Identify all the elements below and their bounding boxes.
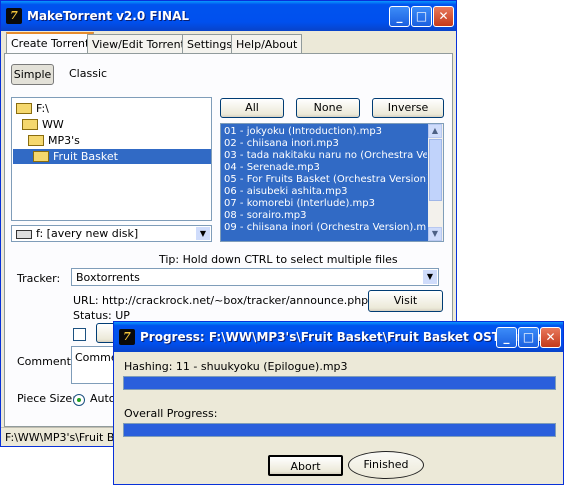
maximize-icon[interactable]: □ xyxy=(518,327,539,348)
app-icon: 7 xyxy=(119,329,135,345)
option-checkbox[interactable] xyxy=(73,328,86,341)
file-list[interactable]: 01 - jokyoku (Introduction).mp3 02 - chi… xyxy=(220,123,444,242)
tracker-label: Tracker: xyxy=(17,272,61,285)
overall-progress-label: Overall Progress: xyxy=(124,407,218,420)
tracker-select-value: Boxtorrents xyxy=(76,271,140,284)
piece-size-auto-label: Auto xyxy=(90,392,116,405)
drive-select-value: f: [avery new disk] xyxy=(36,227,139,240)
progress-dialog-title: Progress: F:\WW\MP3's\Fruit Basket\Fruit… xyxy=(140,330,551,344)
tree-item-ww[interactable]: WW xyxy=(22,117,64,132)
hashing-progress-track xyxy=(123,376,556,390)
hashing-progress-fill xyxy=(124,377,555,389)
abort-button[interactable]: Abort xyxy=(268,455,343,476)
list-item[interactable]: 06 - aisubeki ashita.mp3 xyxy=(224,186,427,198)
list-item[interactable]: 04 - Serenade.mp3 xyxy=(224,162,427,174)
mode-classic-button[interactable]: Classic xyxy=(69,67,107,80)
overall-progress-fill xyxy=(124,424,555,436)
progress-dialog: 7 Progress: F:\WW\MP3's\Fruit Basket\Fru… xyxy=(113,321,564,485)
tree-item-fruit-basket[interactable]: Fruit Basket xyxy=(13,149,211,164)
scroll-thumb[interactable] xyxy=(429,139,442,201)
scroll-down-icon[interactable]: ▼ xyxy=(428,227,442,241)
select-none-button[interactable]: None xyxy=(296,98,360,118)
tab-create-torrent[interactable]: Create Torrent xyxy=(6,32,95,55)
progress-titlebar[interactable]: 7 Progress: F:\WW\MP3's\Fruit Basket\Fru… xyxy=(114,322,563,352)
select-inverse-button[interactable]: Inverse xyxy=(372,98,444,118)
folder-open-icon xyxy=(33,150,49,162)
close-icon[interactable]: ✕ xyxy=(433,6,454,27)
tree-item-mp3s[interactable]: MP3's xyxy=(28,133,80,148)
close-icon[interactable]: ✕ xyxy=(540,327,561,348)
select-all-button[interactable]: All xyxy=(220,98,284,118)
radio-dot-icon xyxy=(77,398,81,402)
folder-tree[interactable]: F:\ WW MP3's Fruit Basket xyxy=(11,97,212,221)
list-item[interactable]: 02 - chiisana inori.mp3 xyxy=(224,138,427,150)
main-window-title: MakeTorrent v2.0 FINAL xyxy=(27,9,189,23)
chevron-down-icon[interactable]: ▼ xyxy=(196,227,210,240)
file-list-items: 01 - jokyoku (Introduction).mp3 02 - chi… xyxy=(224,126,427,234)
finished-button[interactable]: Finished xyxy=(348,451,424,479)
tab-view-edit-torrent[interactable]: View/Edit Torrent xyxy=(87,34,190,54)
list-item[interactable]: 05 - For Fruits Basket (Orchestra Versio… xyxy=(224,174,427,186)
mode-simple-button[interactable]: Simple xyxy=(11,64,54,85)
folder-open-icon xyxy=(22,118,38,130)
app-icon: 7 xyxy=(6,8,22,24)
drive-select[interactable]: f: [avery new disk] ▼ xyxy=(11,225,212,242)
tip-text: Tip: Hold down CTRL to select multiple f… xyxy=(159,253,398,266)
list-item[interactable]: 07 - komorebi (Interlude).mp3 xyxy=(224,198,427,210)
chevron-down-icon[interactable]: ▼ xyxy=(423,270,437,284)
file-list-scrollbar[interactable]: ▲ ▼ xyxy=(428,124,443,241)
tree-item-drive[interactable]: F:\ xyxy=(16,101,49,116)
comment-label: Comment: xyxy=(17,355,75,368)
tab-help-about[interactable]: Help/About xyxy=(231,34,303,54)
tracker-url: URL: http://crackrock.net/~box/tracker/a… xyxy=(73,294,369,307)
piece-size-auto-radio[interactable] xyxy=(73,394,85,406)
main-titlebar[interactable]: 7 MakeTorrent v2.0 FINAL _ □ ✕ xyxy=(1,1,456,31)
list-item[interactable]: 09 - chiisana inori (Orchestra Version).… xyxy=(224,222,427,234)
scroll-up-icon[interactable]: ▲ xyxy=(428,124,442,138)
visit-button[interactable]: Visit xyxy=(368,290,443,312)
tracker-select[interactable]: Boxtorrents ▼ xyxy=(71,268,439,286)
minimize-icon[interactable]: _ xyxy=(496,327,517,348)
minimize-icon[interactable]: _ xyxy=(389,6,410,27)
maximize-icon[interactable]: □ xyxy=(411,6,432,27)
piece-size-label: Piece Size: xyxy=(17,392,76,405)
list-item[interactable]: 08 - sorairo.mp3 xyxy=(224,210,427,222)
drive-icon xyxy=(16,230,32,239)
tab-settings[interactable]: Settings xyxy=(182,34,238,54)
folder-open-icon xyxy=(28,134,44,146)
overall-progress-track xyxy=(123,423,556,437)
folder-open-icon xyxy=(16,102,32,114)
list-item[interactable]: 03 - tada nakitaku naru no (Orchestra Ve… xyxy=(224,150,427,162)
list-item[interactable]: 01 - jokyoku (Introduction).mp3 xyxy=(224,126,427,138)
hashing-text: Hashing: 11 - shuukyoku (Epilogue).mp3 xyxy=(124,360,348,373)
